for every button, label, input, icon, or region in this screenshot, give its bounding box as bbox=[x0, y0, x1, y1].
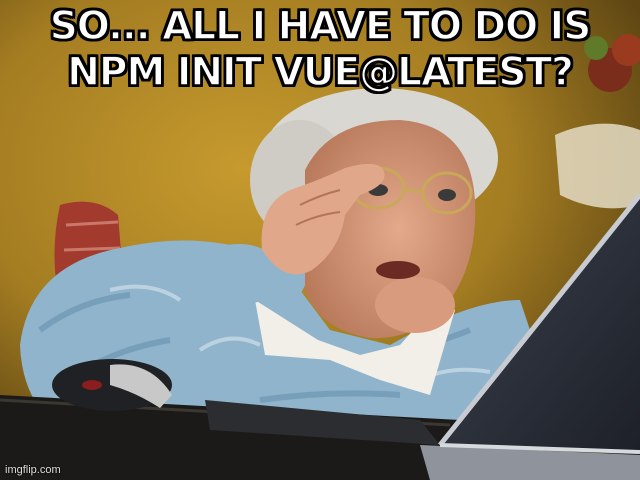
open-mouth bbox=[376, 261, 420, 279]
caption-line-1: SO... ALL I HAVE TO DO IS bbox=[49, 3, 592, 50]
imgflip-watermark: imgflip.com bbox=[5, 464, 61, 476]
computer-mouse bbox=[52, 359, 172, 411]
meme-image: SO... ALL I HAVE TO DO IS NPM INIT VUE@L… bbox=[0, 0, 640, 480]
meme-caption: SO... ALL I HAVE TO DO IS NPM INIT VUE@L… bbox=[0, 3, 640, 96]
lamp-doily bbox=[555, 123, 640, 209]
caption-line-2: NPM INIT VUE@LATEST? bbox=[66, 49, 574, 96]
